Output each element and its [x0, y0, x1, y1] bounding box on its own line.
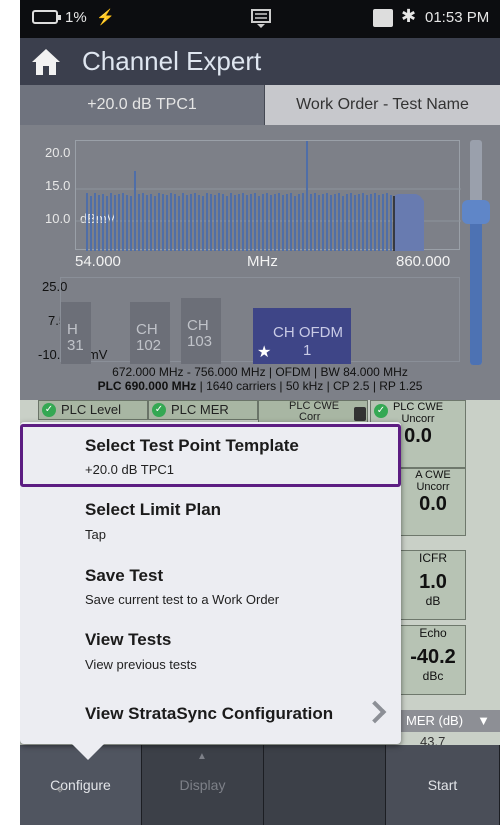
ofdm-info: 672.000 MHz - 756.000 MHz | OFDM | BW 84… — [112, 365, 408, 379]
icfr-cell[interactable]: ICFR 1.0 dB — [400, 550, 466, 620]
battery-icon — [32, 10, 61, 24]
check-icon: ✓ — [152, 403, 166, 417]
charging-icon: ⚡ — [96, 9, 115, 26]
y-tick: 15.0 — [45, 178, 71, 193]
channel-number: 1 — [303, 342, 312, 359]
device-screen: 1% ⚡ ✱ 01:53 PM Channel Expert +20.0 dB … — [20, 0, 500, 825]
channel-label: CH OFDM — [273, 324, 343, 341]
channel-ofdm[interactable]: CH OFDM ★ 1 — [253, 308, 351, 364]
tab-work-order[interactable]: Work Order - Test Name — [265, 85, 500, 125]
configure-menu: Select Test Point Template +20.0 dB TPC1… — [20, 422, 401, 760]
display-button[interactable]: ▲ Display — [142, 745, 264, 825]
level-slider-thumb[interactable] — [462, 200, 490, 224]
menu-view-tests[interactable]: View Tests View previous tests — [20, 624, 401, 684]
chevron-down-icon: ▼ — [477, 713, 490, 728]
home-icon[interactable] — [30, 47, 62, 77]
menu-select-limit-plan[interactable]: Select Limit Plan Tap — [20, 494, 401, 554]
lock-icon — [354, 407, 366, 421]
channel-31[interactable]: H 31 — [61, 302, 91, 364]
echo-cell[interactable]: Echo -40.2 dBc — [400, 625, 466, 695]
spectrum-trace — [76, 141, 461, 251]
tab-test-point[interactable]: +20.0 dB TPC1 — [20, 85, 265, 125]
x-tick: MHz — [247, 253, 278, 270]
y-tick: 10.0 — [45, 211, 71, 226]
plc-info: PLC 690.000 MHz | 1640 carriers | 50 kHz… — [20, 379, 500, 393]
menu-view-stratasync-configuration[interactable]: View StrataSync Configuration — [20, 692, 401, 737]
page-title: Channel Expert — [82, 46, 262, 76]
plc-details: | 1640 carriers | 50 kHz | CP 2.5 | RP 1… — [196, 379, 423, 393]
pointer-icon: ⌖ — [56, 781, 64, 797]
channel-number: 102 — [136, 337, 162, 354]
level-slider[interactable] — [462, 140, 490, 365]
clock: 01:53 PM — [425, 9, 490, 26]
a-cwe-uncorr-cell[interactable]: A CWE Uncorr 0.0 — [400, 468, 466, 536]
bluetooth-icon: ✱ — [401, 6, 417, 26]
plc-mer-label[interactable]: ✓ PLC MER — [148, 400, 258, 420]
channel-label: CH — [136, 321, 158, 338]
network-icon — [373, 9, 393, 27]
spectrum-panel: 20.0 15.0 10.0 dBmV 54.000 MHz 860.000 2… — [20, 125, 500, 400]
check-icon: ✓ — [42, 403, 56, 417]
plc-level-label[interactable]: ✓ PLC Level — [38, 400, 148, 420]
channel-label: H — [67, 321, 78, 338]
spectrum-plot[interactable] — [75, 140, 461, 251]
status-bar: 1% ⚡ ✱ 01:53 PM — [20, 0, 500, 38]
channel-label: CH — [187, 317, 209, 334]
app-header: Channel Expert — [20, 38, 500, 85]
menu-select-test-point-template[interactable]: Select Test Point Template +20.0 dB TPC1 — [20, 424, 401, 487]
chevron-up-icon: ▲ — [197, 751, 207, 762]
battery-percent: 1% — [65, 9, 87, 26]
channel-number: 31 — [67, 337, 84, 354]
menu-icon[interactable] — [250, 7, 272, 29]
x-tick: 54.000 — [75, 253, 121, 270]
blank-button[interactable] — [264, 745, 386, 825]
check-icon: ✓ — [374, 404, 388, 418]
star-icon: ★ — [257, 344, 272, 361]
menu-save-test[interactable]: Save Test Save current test to a Work Or… — [20, 559, 401, 619]
channel-102[interactable]: CH 102 — [130, 302, 170, 364]
plc-frequency: PLC 690.000 MHz — [97, 379, 197, 393]
channel-103[interactable]: CH 103 — [181, 298, 221, 364]
start-button[interactable]: Start — [386, 745, 500, 825]
x-tick: 860.000 — [396, 253, 451, 270]
channel-number: 103 — [187, 333, 213, 350]
tab-bar: +20.0 dB TPC1 Work Order - Test Name — [20, 85, 500, 125]
channel-plot[interactable]: H 31 CH 102 CH 103 CH OFDM ★ 1 — [60, 277, 460, 364]
y-tick: 20.0 — [45, 145, 71, 160]
mer-dropdown[interactable]: MER (dB) ▼ — [400, 710, 500, 732]
level-slider-fill — [470, 215, 482, 365]
chevron-right-icon — [363, 700, 387, 724]
